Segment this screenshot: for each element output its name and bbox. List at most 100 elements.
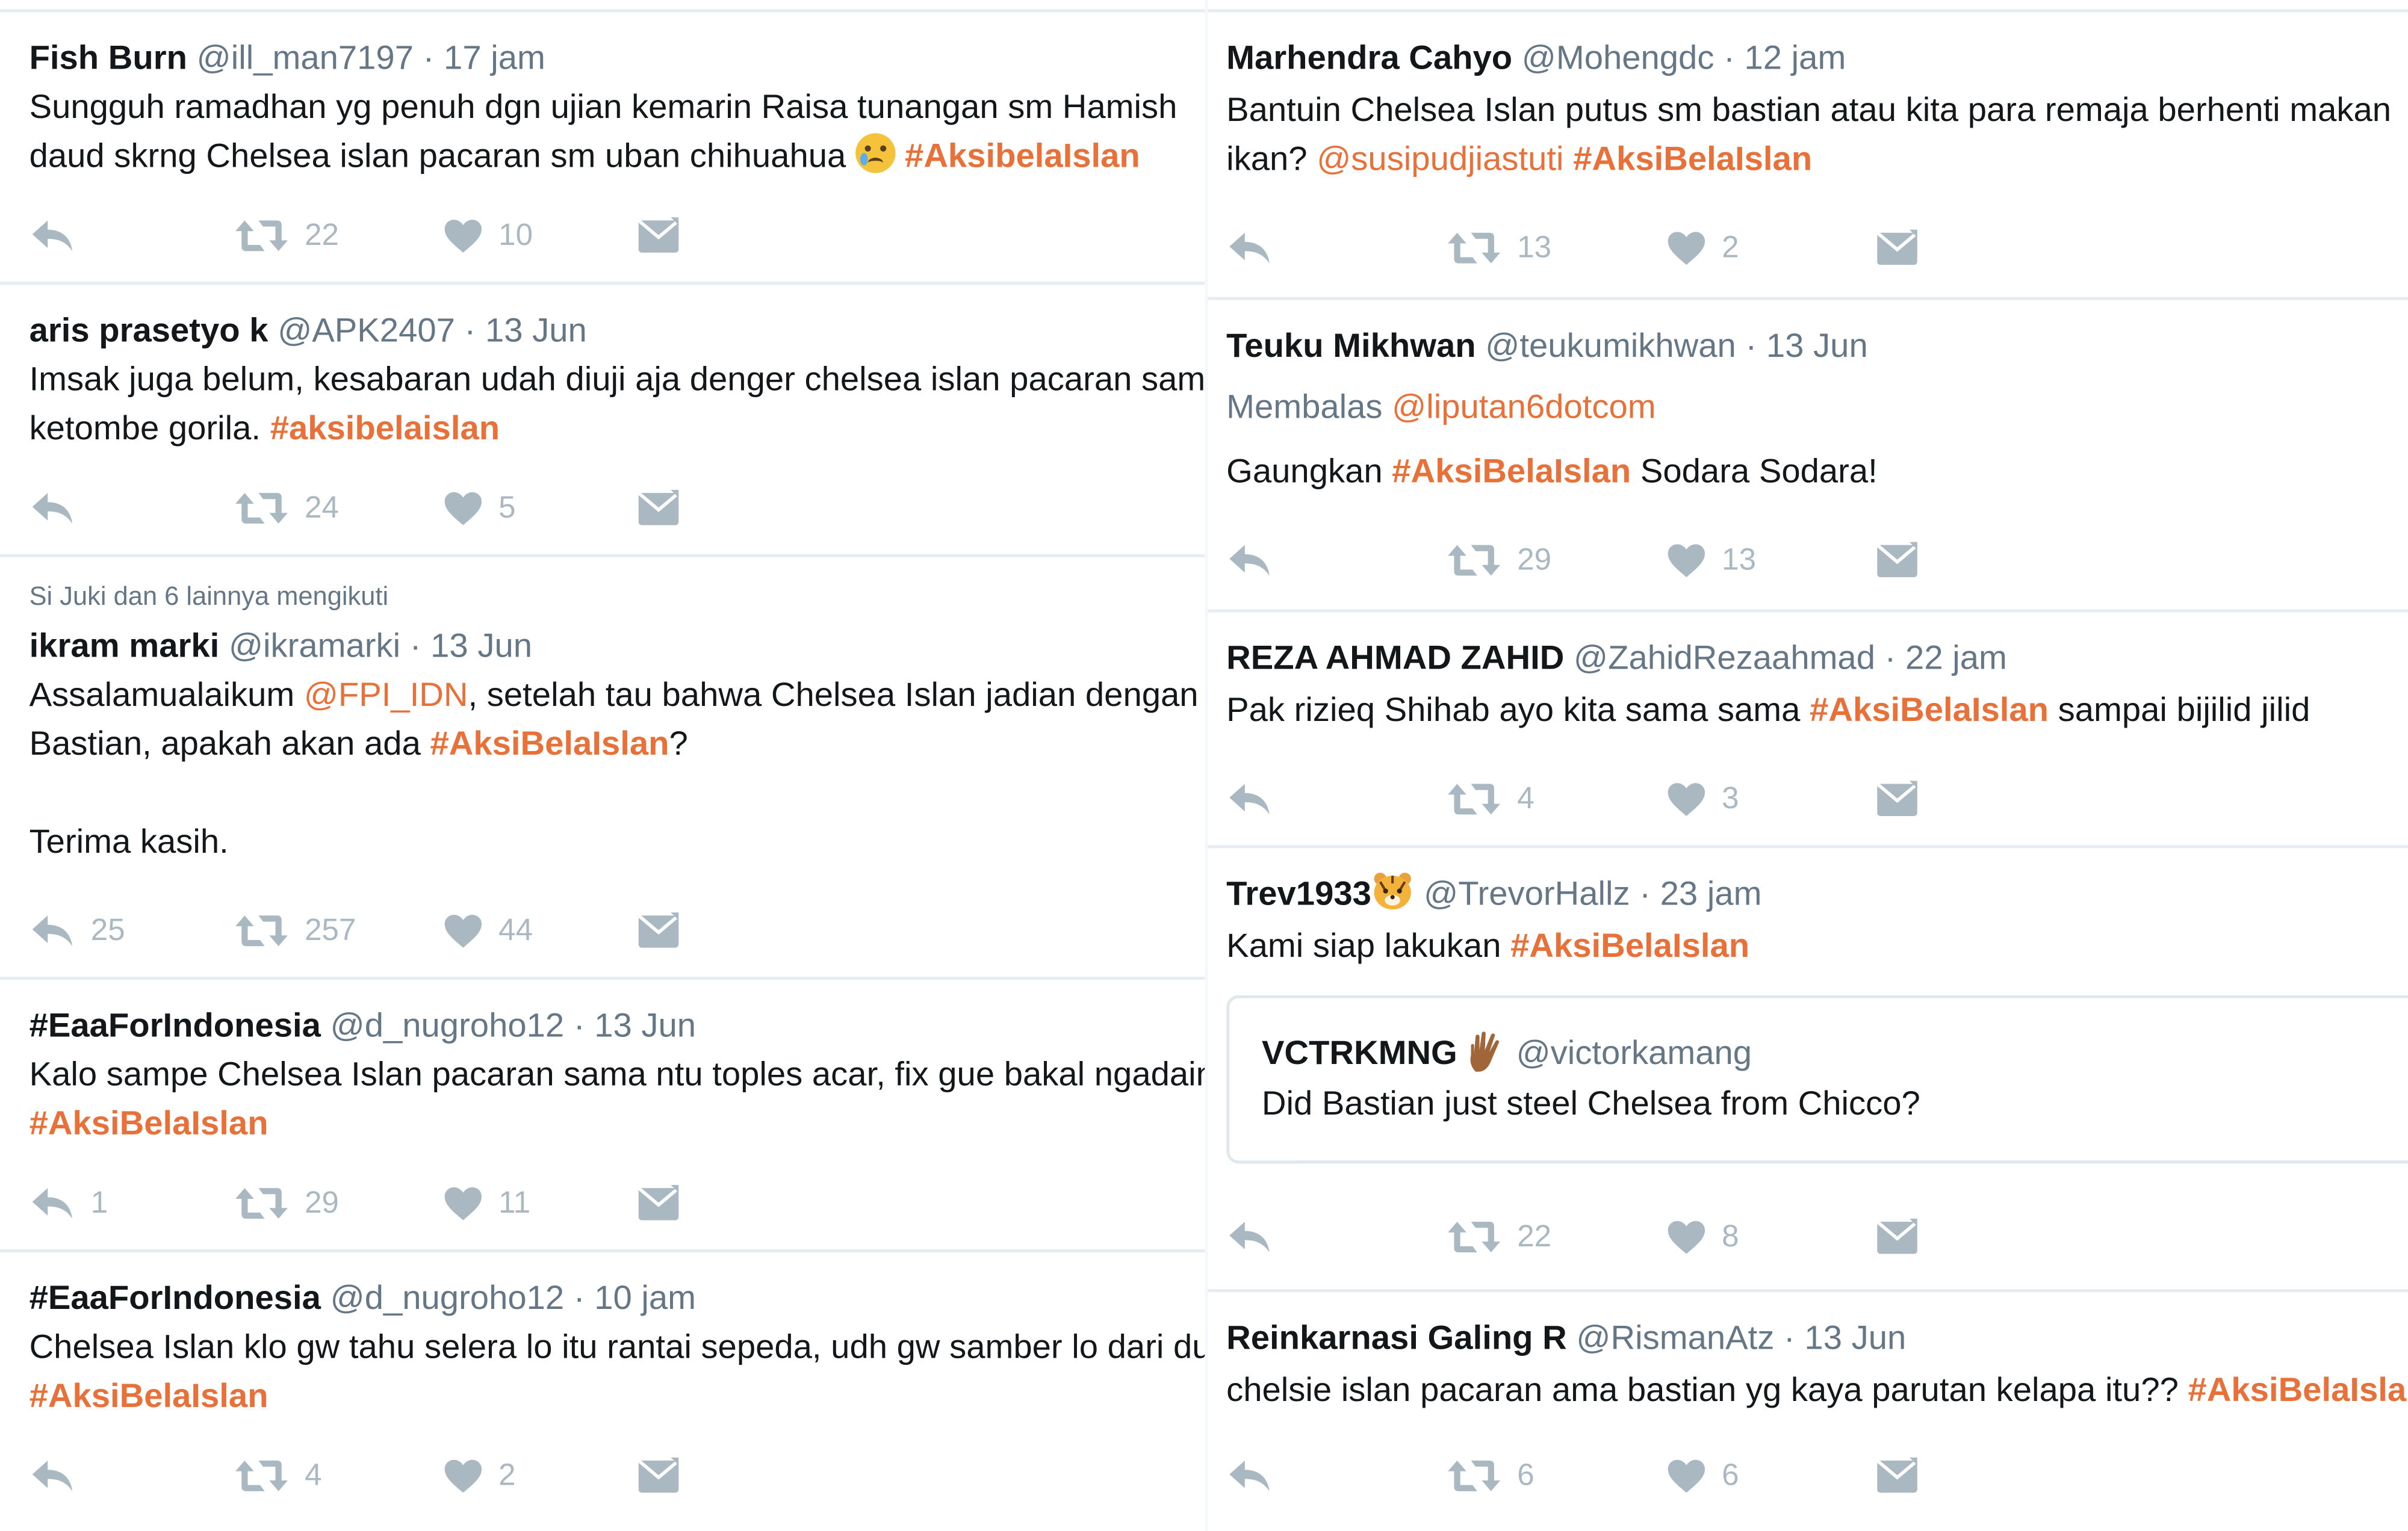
username[interactable]: @d_nugroho12 bbox=[330, 1278, 565, 1317]
retweet-icon bbox=[234, 1185, 290, 1222]
reply-button[interactable] bbox=[1226, 223, 1273, 272]
tweet[interactable]: Fish Burn @ill_man7197 · 17 jam Sungguh … bbox=[0, 9, 1205, 282]
tweet[interactable]: REZA AHMAD ZAHID @ZahidRezaahmad · 22 ja… bbox=[1208, 609, 2408, 846]
reply-button[interactable] bbox=[29, 211, 76, 260]
reply-button[interactable] bbox=[29, 1452, 76, 1500]
timestamp[interactable]: 22 jam bbox=[1905, 639, 2007, 677]
tweet[interactable]: #EaaForIndonesia @d_nugroho12 · 13 Jun K… bbox=[0, 977, 1205, 1249]
timestamp[interactable]: 13 Jun bbox=[430, 626, 532, 664]
fullname[interactable]: REZA AHMAD ZAHID bbox=[1226, 639, 1564, 677]
tweet[interactable]: aris prasetyo k @APK2407 · 13 Jun Imsak … bbox=[0, 282, 1205, 554]
retweet-button[interactable]: 22 bbox=[234, 211, 339, 260]
hashtag-link[interactable]: #AksiBelaIslan bbox=[1573, 140, 1812, 178]
tweet[interactable]: Reinkarnasi Galing R @RismanAtz · 13 Jun… bbox=[1208, 1289, 2408, 1531]
like-button[interactable]: 3 bbox=[1666, 775, 1739, 823]
direct-message-button[interactable] bbox=[1876, 1213, 1919, 1261]
direct-message-button[interactable] bbox=[637, 1179, 680, 1228]
retweet-button[interactable]: 257 bbox=[234, 906, 356, 955]
like-button[interactable]: 8 bbox=[1666, 1213, 1739, 1261]
quoted-tweet[interactable]: VCTRKMNG @victorkamang Did Bastian just … bbox=[1226, 995, 2408, 1164]
reply-button[interactable] bbox=[1226, 1213, 1273, 1261]
fullname[interactable]: Teuku Mikhwan bbox=[1226, 326, 1476, 365]
like-button[interactable]: 44 bbox=[443, 906, 533, 955]
hashtag-link[interactable]: #AksiBelaIslan bbox=[430, 724, 669, 762]
quoted-tweet-header: VCTRKMNG @victorkamang bbox=[1262, 1029, 2408, 1078]
direct-message-button[interactable] bbox=[637, 1452, 680, 1500]
retweet-button[interactable]: 29 bbox=[234, 1179, 339, 1228]
hashtag-link[interactable]: #aksibelaislan bbox=[270, 409, 500, 447]
direct-message-button[interactable] bbox=[1876, 223, 1919, 272]
fullname[interactable]: ikram marki bbox=[29, 626, 220, 664]
reply-button[interactable] bbox=[1226, 536, 1273, 584]
fullname[interactable]: Reinkarnasi Galing R bbox=[1226, 1318, 1567, 1356]
direct-message-button[interactable] bbox=[637, 484, 680, 533]
like-button[interactable]: 6 bbox=[1666, 1452, 1739, 1500]
like-button[interactable]: 10 bbox=[443, 211, 533, 260]
retweet-button[interactable]: 4 bbox=[234, 1452, 322, 1500]
reply-button[interactable] bbox=[1226, 775, 1273, 823]
direct-message-button[interactable] bbox=[1876, 536, 1919, 584]
username[interactable]: @TrevorHallz bbox=[1424, 874, 1630, 913]
fullname[interactable]: #EaaForIndonesia bbox=[29, 1278, 321, 1317]
timestamp[interactable]: 23 jam bbox=[1660, 874, 1762, 913]
timestamp[interactable]: 13 Jun bbox=[485, 311, 587, 349]
tweet[interactable]: Teuku Mikhwan @teukumikhwan · 13 Jun Mem… bbox=[1208, 297, 2408, 610]
timestamp[interactable]: 13 Jun bbox=[594, 1006, 696, 1044]
fullname[interactable]: Fish Burn bbox=[29, 39, 187, 77]
like-button[interactable]: 2 bbox=[1666, 223, 1739, 272]
username[interactable]: @ill_man7197 bbox=[197, 39, 414, 77]
fullname[interactable]: aris prasetyo k bbox=[29, 311, 268, 349]
timestamp[interactable]: 10 jam bbox=[594, 1278, 696, 1317]
username[interactable]: @teukumikhwan bbox=[1485, 326, 1736, 365]
reply-button[interactable] bbox=[29, 484, 76, 533]
tweet[interactable]: Trev1933 @TrevorHallz · 23 jam Kami siap… bbox=[1208, 845, 2408, 1289]
retweet-button[interactable]: 24 bbox=[234, 484, 339, 533]
like-button[interactable]: 11 bbox=[443, 1179, 530, 1228]
quoted-username[interactable]: @victorkamang bbox=[1516, 1033, 1752, 1072]
mention-link[interactable]: @FPI_IDN bbox=[304, 675, 468, 714]
username[interactable]: @d_nugroho12 bbox=[330, 1006, 565, 1044]
quoted-fullname[interactable]: VCTRKMNG bbox=[1262, 1033, 1457, 1072]
timestamp[interactable]: 13 Jun bbox=[1804, 1318, 1906, 1356]
reply-button[interactable]: 1 bbox=[29, 1179, 108, 1228]
direct-message-button[interactable] bbox=[1876, 1452, 1919, 1500]
hashtag-link[interactable]: #AksiBelaIslan bbox=[1510, 926, 1749, 965]
hashtag-link[interactable]: #AksiBelaIslan bbox=[2188, 1370, 2408, 1409]
timestamp[interactable]: 13 Jun bbox=[1766, 326, 1868, 365]
mention-link[interactable]: @liputan6dotcom bbox=[1392, 388, 1656, 426]
reply-button[interactable]: 25 bbox=[29, 906, 125, 955]
username[interactable]: @APK2407 bbox=[278, 311, 455, 349]
direct-message-button[interactable] bbox=[1876, 775, 1919, 823]
retweet-button[interactable]: 4 bbox=[1447, 775, 1534, 823]
username[interactable]: @RismanAtz bbox=[1576, 1318, 1774, 1356]
hashtag-link[interactable]: #AksiBelaIslan bbox=[1810, 690, 2049, 729]
mention-link[interactable]: @susipudjiastuti bbox=[1317, 140, 1563, 178]
username[interactable]: @ZahidRezaahmad bbox=[1574, 639, 1875, 677]
hashtag-link[interactable]: #AksiBelaIslan bbox=[29, 1376, 268, 1415]
like-button[interactable]: 5 bbox=[443, 484, 516, 533]
retweet-button[interactable]: 6 bbox=[1447, 1452, 1534, 1500]
fullname[interactable]: #EaaForIndonesia bbox=[29, 1006, 321, 1044]
retweet-button[interactable]: 22 bbox=[1447, 1213, 1551, 1261]
reply-button[interactable] bbox=[1226, 1452, 1273, 1500]
direct-message-button[interactable] bbox=[637, 906, 680, 955]
fullname[interactable]: Trev1933 bbox=[1226, 874, 1371, 913]
tweet[interactable]: Si Juki dan 6 lainnya mengikuti ikram ma… bbox=[0, 554, 1205, 977]
username[interactable]: @Mohengdc bbox=[1522, 39, 1714, 77]
like-button[interactable]: 13 bbox=[1666, 536, 1756, 584]
hashtag-link[interactable]: #AksibelaIslan bbox=[905, 136, 1140, 175]
tweet-text: chelsie islan pacaran ama bastian yg kay… bbox=[1226, 1366, 2408, 1414]
timestamp[interactable]: 12 jam bbox=[1745, 39, 1846, 77]
timestamp[interactable]: 17 jam bbox=[444, 39, 545, 77]
username[interactable]: @ikramarki bbox=[229, 626, 400, 664]
vulcan-salute-emoji-icon bbox=[1466, 1030, 1506, 1073]
like-button[interactable]: 2 bbox=[443, 1452, 516, 1500]
hashtag-link[interactable]: #AksiBelaIslan bbox=[1392, 451, 1631, 490]
retweet-button[interactable]: 13 bbox=[1447, 223, 1551, 272]
direct-message-button[interactable] bbox=[637, 211, 680, 260]
tweet[interactable]: #EaaForIndonesia @d_nugroho12 · 10 jam C… bbox=[0, 1249, 1205, 1531]
fullname[interactable]: Marhendra Cahyo bbox=[1226, 39, 1512, 77]
retweet-button[interactable]: 29 bbox=[1447, 536, 1551, 584]
tweet[interactable]: Marhendra Cahyo @Mohengdc · 12 jam Bantu… bbox=[1208, 9, 2408, 297]
hashtag-link[interactable]: #AksiBelaIslan bbox=[29, 1104, 268, 1142]
